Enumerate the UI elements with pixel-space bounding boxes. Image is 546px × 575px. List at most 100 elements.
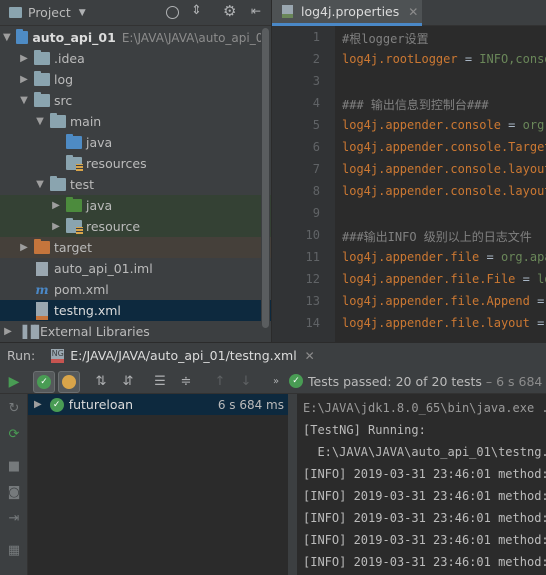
tree-item-iml[interactable]: auto_api_01.iml	[0, 258, 271, 279]
tree-item-idea[interactable]: ▶ .idea	[0, 48, 271, 69]
code-line[interactable]: log4j.appender.file = org.apa	[342, 250, 546, 264]
rerun-button[interactable]: ▶	[4, 372, 24, 392]
tree-item-test[interactable]: ▼ test	[0, 174, 271, 195]
previous-failed-button[interactable]: ↑	[210, 371, 230, 391]
target-icon[interactable]	[166, 6, 179, 19]
close-icon[interactable]: ✕	[305, 349, 315, 363]
collapsed-arrow-icon[interactable]: ▶	[18, 53, 30, 64]
double-chevron-icon: »	[272, 375, 280, 387]
collapsed-arrow-icon[interactable]: ▶	[2, 326, 14, 337]
tree-item-label: resource	[86, 219, 141, 234]
hide-icon[interactable]: ⇤	[251, 4, 261, 18]
expand-all-icon: ☰	[154, 373, 166, 389]
more-actions-button[interactable]: »	[266, 371, 286, 391]
code-line[interactable]: log4j.appender.file.layout =	[342, 316, 546, 330]
folder-icon	[34, 92, 50, 107]
layout-button[interactable]: ▦	[4, 540, 24, 560]
tree-item-external-libraries[interactable]: ▶ ▐▐▌ External Libraries	[0, 321, 271, 342]
status-count: 20	[395, 373, 412, 389]
collapse-icon[interactable]: ⇕	[191, 3, 202, 18]
code-comment: ###输出INFO 级别以上的日志文件	[342, 230, 532, 244]
console-line: [INFO] 2019-03-31 23:46:01 method:	[303, 467, 546, 481]
tree-item-resources[interactable]: resources	[0, 153, 271, 174]
collapsed-arrow-icon[interactable]: ▶	[18, 242, 30, 253]
code-line[interactable]: log4j.appender.console.layout	[342, 184, 546, 198]
code-line[interactable]: #根logger设置	[342, 30, 429, 47]
test-name: futureloan	[68, 397, 134, 412]
code-line[interactable]: log4j.appender.console.layout	[342, 162, 546, 176]
property-separator: =	[537, 294, 545, 308]
sort-duration-button[interactable]: ⇵	[118, 371, 138, 391]
tree-item-main-java[interactable]: java	[0, 132, 271, 153]
expanded-arrow-icon[interactable]: ▼	[34, 116, 46, 127]
line-number: 2	[312, 52, 320, 66]
code-line[interactable]: log4j.appender.file.Append =	[342, 294, 546, 308]
property-value: org.apa	[500, 250, 546, 264]
camera-button[interactable]: ◙	[4, 482, 24, 502]
status-duration: – 6 s 684 ms	[485, 373, 546, 389]
auto-test-icon: ⟳	[8, 426, 20, 442]
expand-all-button[interactable]: ☰	[150, 371, 170, 391]
property-separator: =	[537, 316, 545, 330]
property-key: log4j.appender.console.Target	[342, 140, 546, 154]
stop-button[interactable]: ■	[4, 456, 24, 476]
property-key: log4j.appender.file.Append	[342, 294, 530, 308]
collapsed-arrow-icon[interactable]: ▶	[18, 74, 30, 85]
collapsed-arrow-icon[interactable]: ▶	[50, 221, 62, 232]
console-line: [INFO] 2019-03-31 23:46:01 method:	[303, 533, 546, 547]
stop-icon: ■	[7, 458, 21, 474]
run-splitter[interactable]	[288, 394, 297, 575]
collapse-all-button[interactable]: ≑	[176, 371, 196, 391]
property-value: org.	[522, 118, 546, 132]
project-scrollbar-thumb[interactable]	[262, 28, 269, 328]
rerun-failed-button[interactable]: ↻	[4, 398, 24, 418]
resource-folder-icon	[66, 155, 83, 171]
tree-item-test-resource[interactable]: ▶ resource	[0, 216, 271, 237]
line-number: 14	[305, 316, 320, 330]
line-number: 1	[312, 30, 320, 44]
tree-item-src[interactable]: ▼ src	[0, 90, 271, 111]
chevron-down-icon[interactable]: ▼	[79, 8, 86, 18]
rerun-failed-icon: ↻	[8, 400, 20, 416]
editor-tab-log4j[interactable]: log4j.properties ✕	[272, 0, 422, 26]
console-line: E:\JAVA\jdk1.8.0_65\bin\java.exe ...	[303, 401, 546, 415]
sort-alpha-button[interactable]: ⇅	[91, 371, 111, 391]
tree-item-log[interactable]: ▶ log	[0, 69, 271, 90]
show-passed-button[interactable]: ✓	[33, 371, 55, 393]
editor-tab-label: log4j.properties	[301, 4, 400, 19]
expanded-arrow-icon[interactable]: ▼	[2, 32, 12, 43]
property-key: log4j.appender.file	[342, 250, 480, 264]
code-line[interactable]: log4j.appender.file.File = lo	[342, 272, 546, 286]
toggle-auto-test-button[interactable]: ⟳	[4, 424, 24, 444]
tree-item-testng[interactable]: testng.xml	[0, 300, 271, 321]
test-results-tree[interactable]	[28, 394, 288, 575]
console-output[interactable]	[297, 394, 546, 575]
show-ignored-button[interactable]	[58, 371, 80, 393]
next-failed-button[interactable]: ↓	[236, 371, 256, 391]
exit-button[interactable]: ⇥	[4, 508, 24, 528]
code-line[interactable]: log4j.appender.console = org.	[342, 118, 546, 132]
arrow-down-icon: ↓	[240, 373, 252, 389]
gear-icon[interactable]: ⚙	[223, 2, 236, 20]
collapsed-arrow-icon[interactable]: ▶	[50, 200, 62, 211]
close-icon[interactable]: ✕	[408, 5, 418, 19]
project-title[interactable]: Project	[28, 5, 71, 20]
code-line[interactable]: log4j.appender.console.Target	[342, 140, 546, 154]
tree-item-pom[interactable]: m pom.xml	[0, 279, 271, 300]
test-row-futureloan[interactable]: ▶ ✓ futureloan 6 s 684 ms	[28, 394, 288, 415]
code-line[interactable]: ### 输出信息到控制台###	[342, 96, 489, 113]
property-separator: =	[457, 52, 480, 66]
expanded-arrow-icon[interactable]: ▼	[34, 179, 46, 190]
collapsed-arrow-icon[interactable]: ▶	[34, 399, 42, 410]
code-line[interactable]: log4j.rootLogger = INFO,console	[342, 52, 546, 66]
tree-item-test-java[interactable]: ▶ java	[0, 195, 271, 216]
tree-item-target[interactable]: ▶ target	[0, 237, 271, 258]
line-number: 5	[312, 118, 320, 132]
code-line[interactable]: ###输出INFO 级别以上的日志文件	[342, 228, 532, 245]
tree-item-main[interactable]: ▼ main	[0, 111, 271, 132]
tree-item-module[interactable]: ▼ auto_api_01 E:\JAVA\JAVA\auto_api_01	[0, 27, 271, 48]
line-number: 4	[312, 96, 320, 110]
property-key: log4j.appender.file.layout	[342, 316, 530, 330]
expanded-arrow-icon[interactable]: ▼	[18, 95, 30, 106]
run-config-name[interactable]: E:/JAVA/JAVA/auto_api_01/testng.xml	[70, 348, 296, 363]
